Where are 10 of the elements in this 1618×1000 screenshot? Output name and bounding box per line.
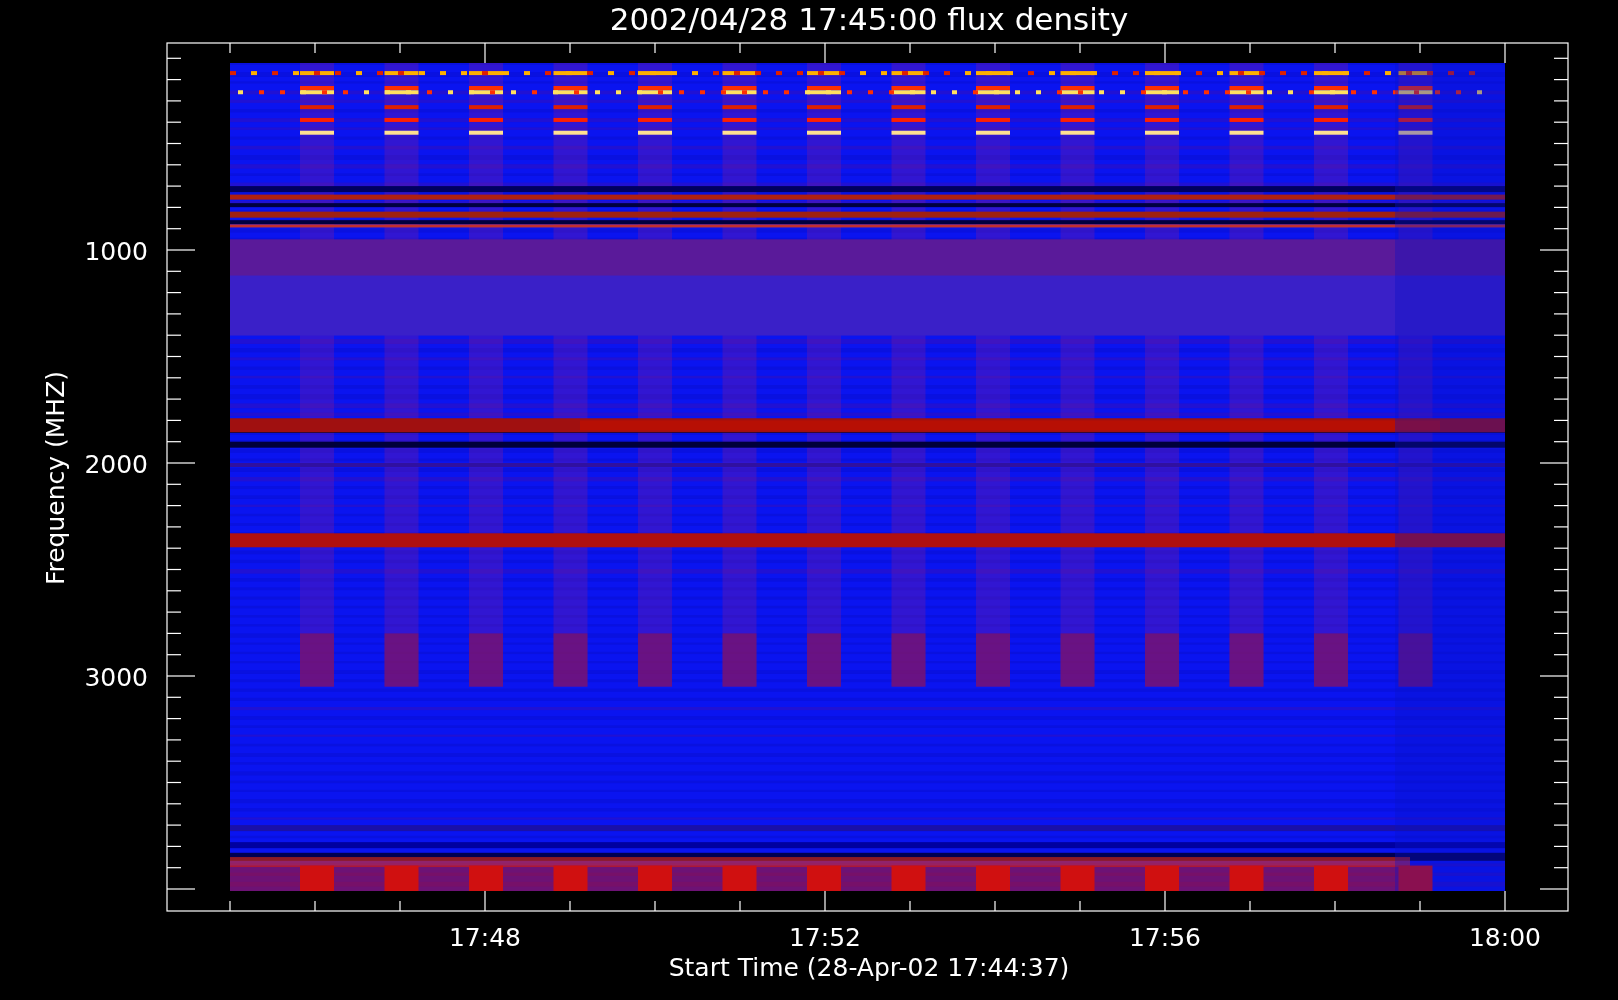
y-tick-label: 3000 xyxy=(84,663,148,692)
x-tick-label: 17:48 xyxy=(449,923,521,952)
x-tick-label: 17:52 xyxy=(789,923,861,952)
y-tick-label: 2000 xyxy=(84,450,148,479)
x-axis-label: Start Time (28-Apr-02 17:44:37) xyxy=(668,953,1070,982)
y-axis-label: Frequency (MHZ) xyxy=(41,370,70,586)
chart-title: 2002/04/28 17:45:00 flux density xyxy=(609,1,1129,37)
x-tick-label: 17:56 xyxy=(1129,923,1201,952)
y-tick-label: 1000 xyxy=(84,237,148,266)
x-tick-label: 18:00 xyxy=(1469,923,1541,952)
